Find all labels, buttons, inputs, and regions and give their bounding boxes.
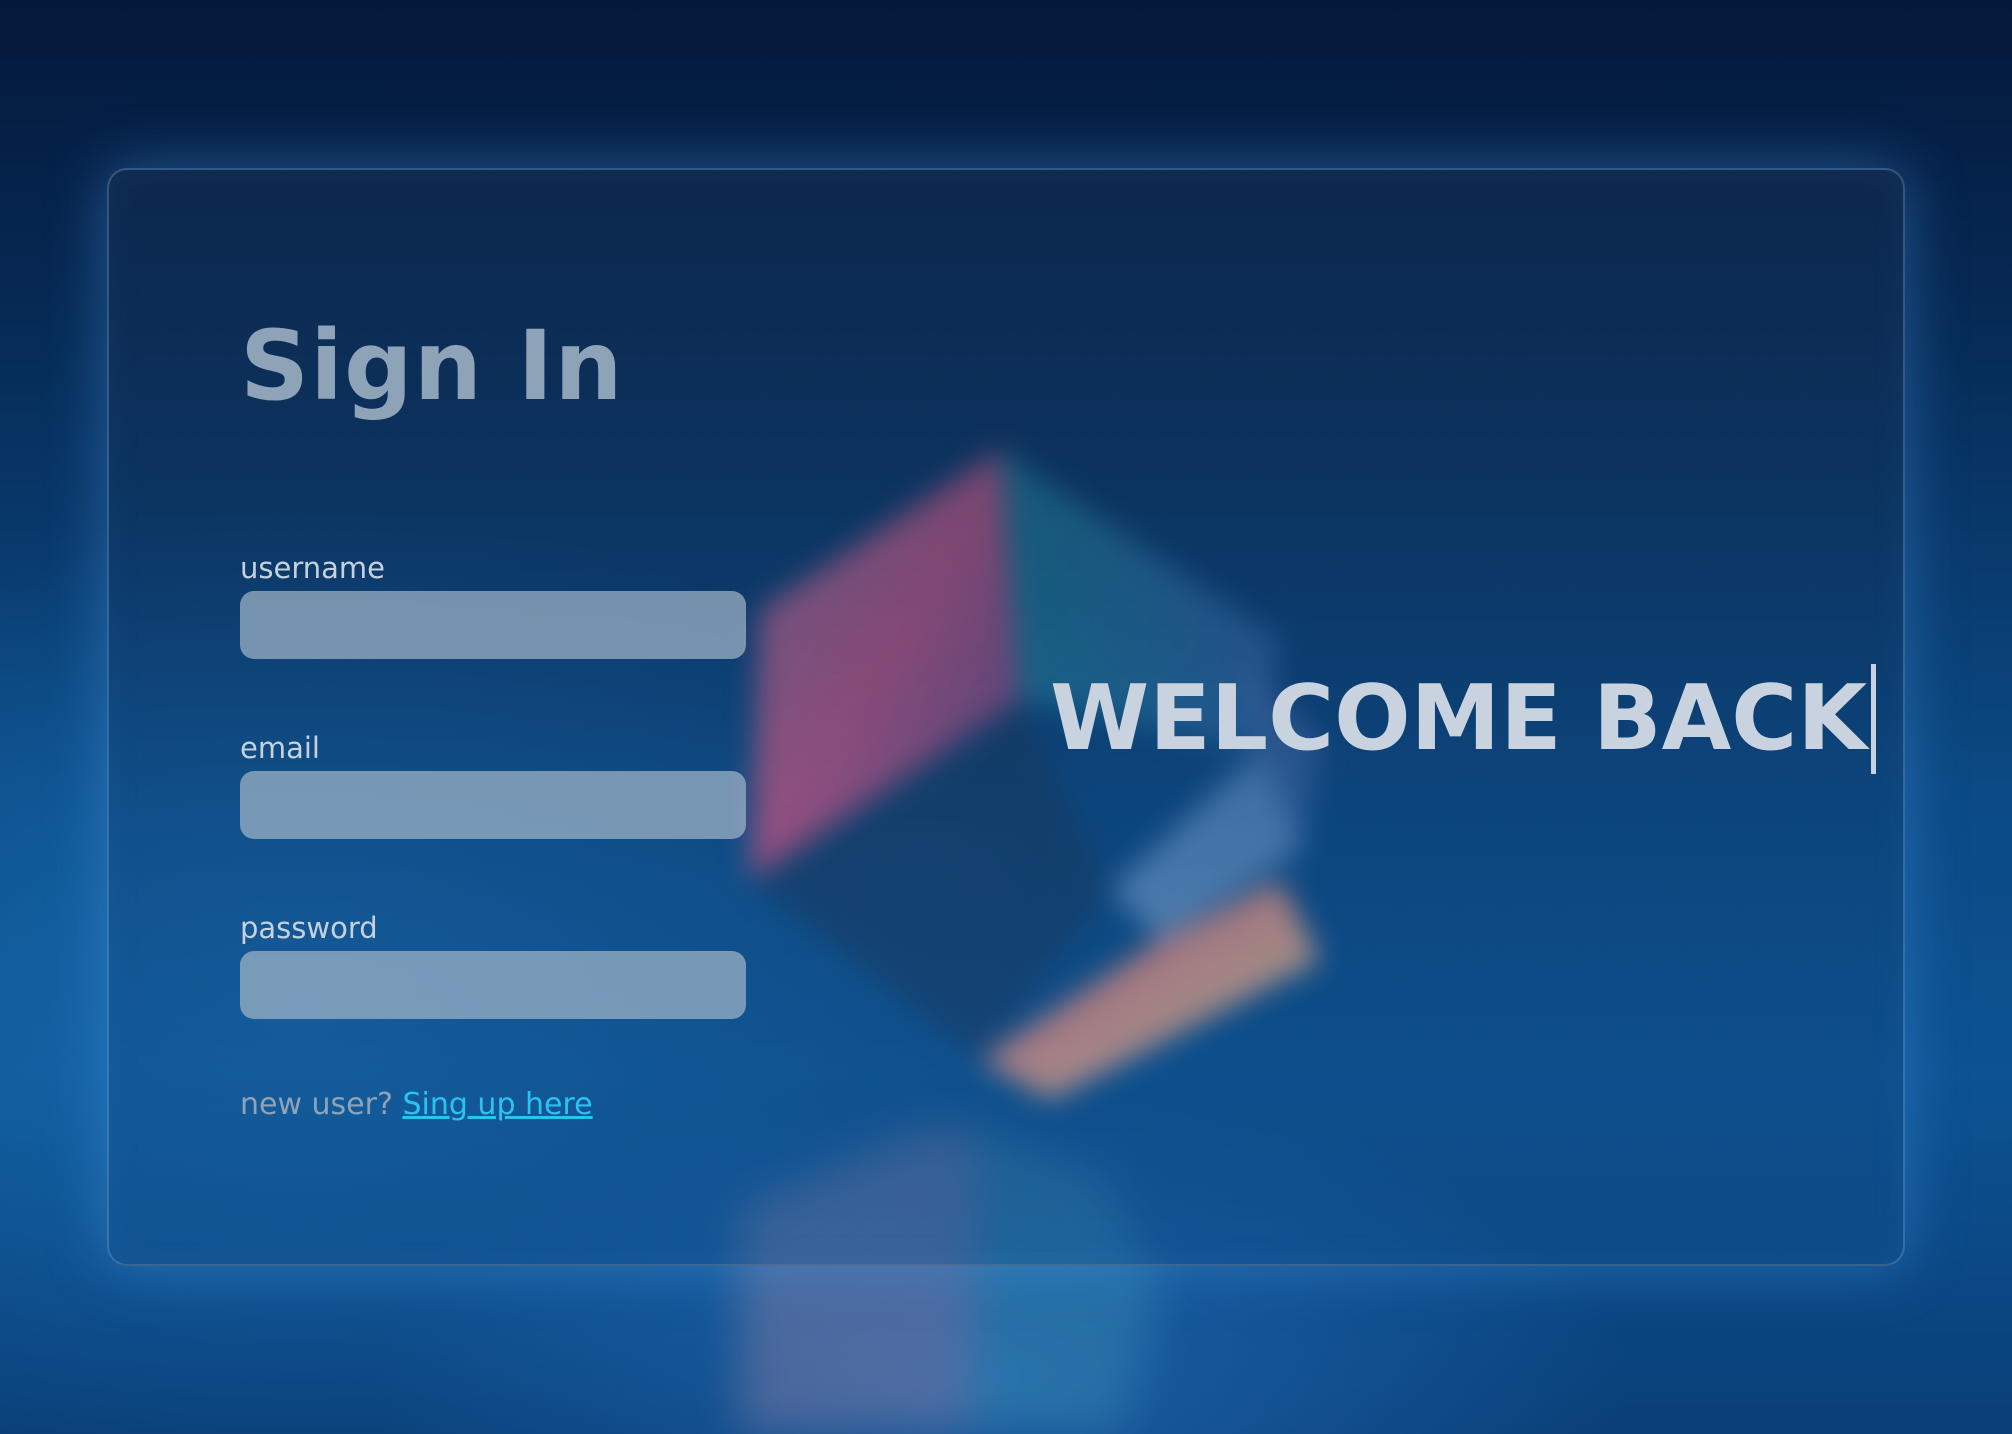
page-title: Sign In [240, 310, 624, 422]
username-label: username [240, 551, 385, 585]
password-label: password [240, 911, 378, 945]
signup-prompt-row: new user? Sing up here [240, 1090, 593, 1120]
email-label: email [240, 731, 320, 765]
signup-prompt-text: new user? [240, 1087, 393, 1122]
username-input[interactable] [240, 591, 746, 659]
text-cursor [1871, 664, 1877, 774]
email-input[interactable] [240, 771, 746, 839]
welcome-heading: WELCOME BACK [1050, 664, 1877, 774]
signup-link[interactable]: Sing up here [402, 1087, 592, 1122]
password-input[interactable] [240, 951, 746, 1019]
welcome-text: WELCOME BACK [1050, 666, 1868, 771]
